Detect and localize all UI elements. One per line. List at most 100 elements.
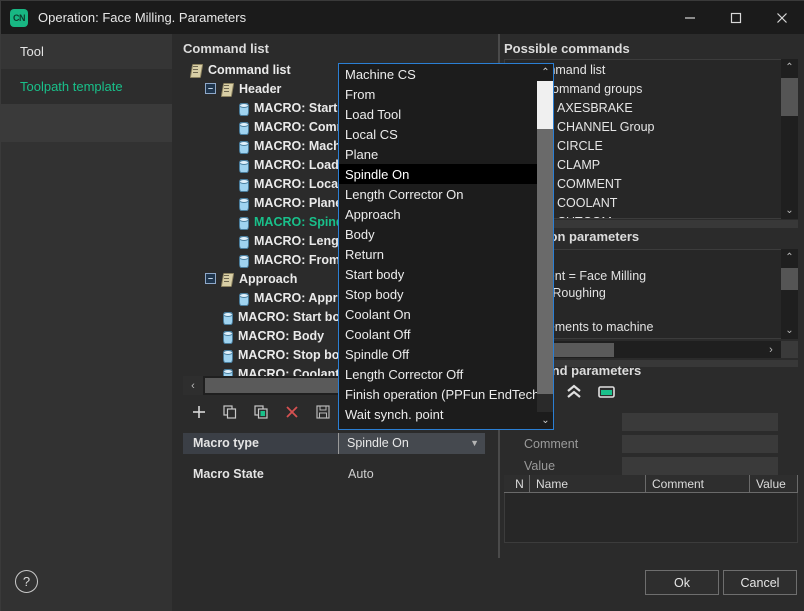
dropdown-option[interactable]: Start body (339, 264, 537, 284)
scroll-up-icon[interactable]: ⌃ (537, 64, 554, 81)
tag-icon (220, 272, 234, 286)
dropdown-option[interactable]: Load Tool (339, 104, 537, 124)
sidebar-item-toolpath-template[interactable]: Toolpath template (1, 69, 172, 104)
delete-button[interactable] (276, 398, 307, 426)
dropdown-option[interactable]: Return (339, 244, 537, 264)
dropdown-option[interactable]: Plane (339, 144, 537, 164)
sidebar-item-tool[interactable]: Tool (1, 34, 172, 69)
tree-item-label: Approach (239, 272, 297, 286)
tree-item-label: MACRO: Plane (254, 196, 342, 210)
scroll-left-icon[interactable]: ‹ (183, 376, 203, 395)
help-icon-label: ? (23, 574, 30, 589)
dropdown-option[interactable]: Spindle On (339, 164, 537, 184)
macro-type-dropdown[interactable]: Machine CSFromLoad ToolLocal CSPlaneSpin… (338, 63, 554, 430)
dropdown-option[interactable]: Coolant On (339, 304, 537, 324)
dropdown-scroll-thumb[interactable] (537, 81, 554, 129)
copy-button[interactable] (214, 398, 245, 426)
sidebar-item-label: Tool (20, 44, 44, 59)
move-up-button[interactable] (564, 382, 584, 407)
help-button[interactable]: ? (15, 570, 38, 593)
cylinder-icon (236, 158, 249, 172)
macro-state-value: Auto (338, 467, 374, 481)
edit-button[interactable] (596, 382, 616, 407)
macro-type-row: Macro type Spindle On ▼ (183, 432, 493, 454)
macro-state-row: Macro State Auto (183, 463, 493, 485)
tree-item-label: MACRO: From (254, 253, 340, 267)
dropdown-vscrollbar[interactable]: ⌃ ⌄ (537, 64, 554, 429)
chevron-down-icon: ▼ (470, 438, 479, 448)
scroll-down-icon[interactable]: ⌄ (781, 322, 798, 339)
maximize-icon[interactable] (713, 1, 759, 34)
cp-field-row-comment: Comment (504, 433, 798, 454)
scroll-right-icon[interactable]: › (761, 341, 781, 358)
sidebar: Tool Toolpath template ? (1, 34, 172, 611)
cp-value-input[interactable] (622, 457, 778, 475)
cylinder-icon (220, 348, 233, 362)
app-logo-icon: CN (10, 9, 28, 27)
dropdown-option[interactable]: Length Corrector Off (339, 364, 537, 384)
cp-comment-input[interactable] (622, 435, 778, 453)
dropdown-option[interactable]: Machine CS (339, 64, 537, 84)
cancel-button-label: Cancel (741, 576, 780, 590)
save-button[interactable] (307, 398, 338, 426)
possible-command-label: COOLANT (557, 196, 617, 210)
table-header-cell[interactable]: Value (750, 475, 798, 493)
operation-parameters-dialog: CN Operation: Face Milling. Parameters T… (0, 0, 804, 611)
scroll-down-icon[interactable]: ⌄ (781, 202, 798, 219)
collapse-toggle-icon[interactable]: – (205, 273, 216, 284)
cp-field-input-0[interactable] (622, 413, 778, 431)
collapse-toggle-icon[interactable]: – (205, 83, 216, 94)
tag-icon (220, 82, 234, 96)
cancel-button[interactable]: Cancel (723, 570, 797, 595)
dropdown-option[interactable]: Stop body (339, 284, 537, 304)
table-header-cell[interactable]: Name (530, 475, 646, 493)
vscroll-thumb[interactable] (781, 78, 798, 116)
tree-item-label: Command list (208, 63, 291, 77)
cylinder-icon (236, 177, 249, 191)
vscroll-track[interactable] (781, 266, 798, 322)
scroll-up-icon[interactable]: ⌃ (781, 59, 798, 76)
dropdown-options[interactable]: Machine CSFromLoad ToolLocal CSPlaneSpin… (339, 64, 537, 429)
hscroll-track[interactable] (614, 341, 761, 358)
dropdown-option[interactable]: Finish operation (PPFun EndTech... (339, 384, 537, 404)
dropdown-option[interactable]: Coolant Off (339, 324, 537, 344)
dropdown-option[interactable]: From (339, 84, 537, 104)
minimize-icon[interactable] (667, 1, 713, 34)
dropdown-option[interactable]: Approach (339, 204, 537, 224)
dropdown-option[interactable]: Body (339, 224, 537, 244)
ok-button[interactable]: Ok (645, 570, 719, 595)
dropdown-option[interactable]: Spindle Off (339, 344, 537, 364)
vscroll-thumb[interactable] (781, 268, 798, 290)
dropdown-option[interactable]: Wait synch. point (339, 404, 537, 424)
cp-value-label: Value (504, 459, 622, 473)
vscroll-track[interactable] (781, 76, 798, 202)
macro-type-select[interactable]: Spindle On ▼ (338, 433, 485, 454)
possible-command-label: AXESBRAKE (557, 101, 633, 115)
close-icon[interactable] (759, 1, 804, 34)
table-header-cell[interactable]: N (504, 475, 530, 493)
cylinder-icon (236, 215, 249, 229)
ok-button-label: Ok (674, 576, 690, 590)
paste-button[interactable] (245, 398, 276, 426)
operation-parameters-vscrollbar[interactable]: ⌃ ⌄ (781, 249, 798, 339)
cylinder-icon (236, 139, 249, 153)
possible-commands-vscrollbar[interactable]: ⌃ ⌄ (781, 59, 798, 219)
tree-item-label: MACRO: Stop body (238, 348, 354, 362)
cylinder-icon (236, 234, 249, 248)
dropdown-scroll-trough[interactable] (537, 129, 554, 394)
dropdown-option[interactable]: Local CS (339, 124, 537, 144)
window-controls (667, 1, 804, 34)
table-header-cell[interactable]: Comment (646, 475, 750, 493)
cp-field-row-value: Value (504, 455, 798, 476)
add-button[interactable] (183, 398, 214, 426)
table-body[interactable] (504, 493, 798, 543)
scroll-down-icon[interactable]: ⌄ (537, 412, 554, 429)
scroll-up-icon[interactable]: ⌃ (781, 249, 798, 266)
dropdown-option[interactable]: Length Corrector On (339, 184, 537, 204)
dropdown-scroll-track[interactable] (537, 81, 554, 412)
sidebar-item-label: Toolpath template (20, 79, 123, 94)
tree-item-label: MACRO: Body (238, 329, 324, 343)
cylinder-icon (220, 329, 233, 343)
macro-state-label: Macro State (183, 464, 338, 485)
command-parameters-table[interactable]: NNameCommentValue (504, 475, 798, 543)
